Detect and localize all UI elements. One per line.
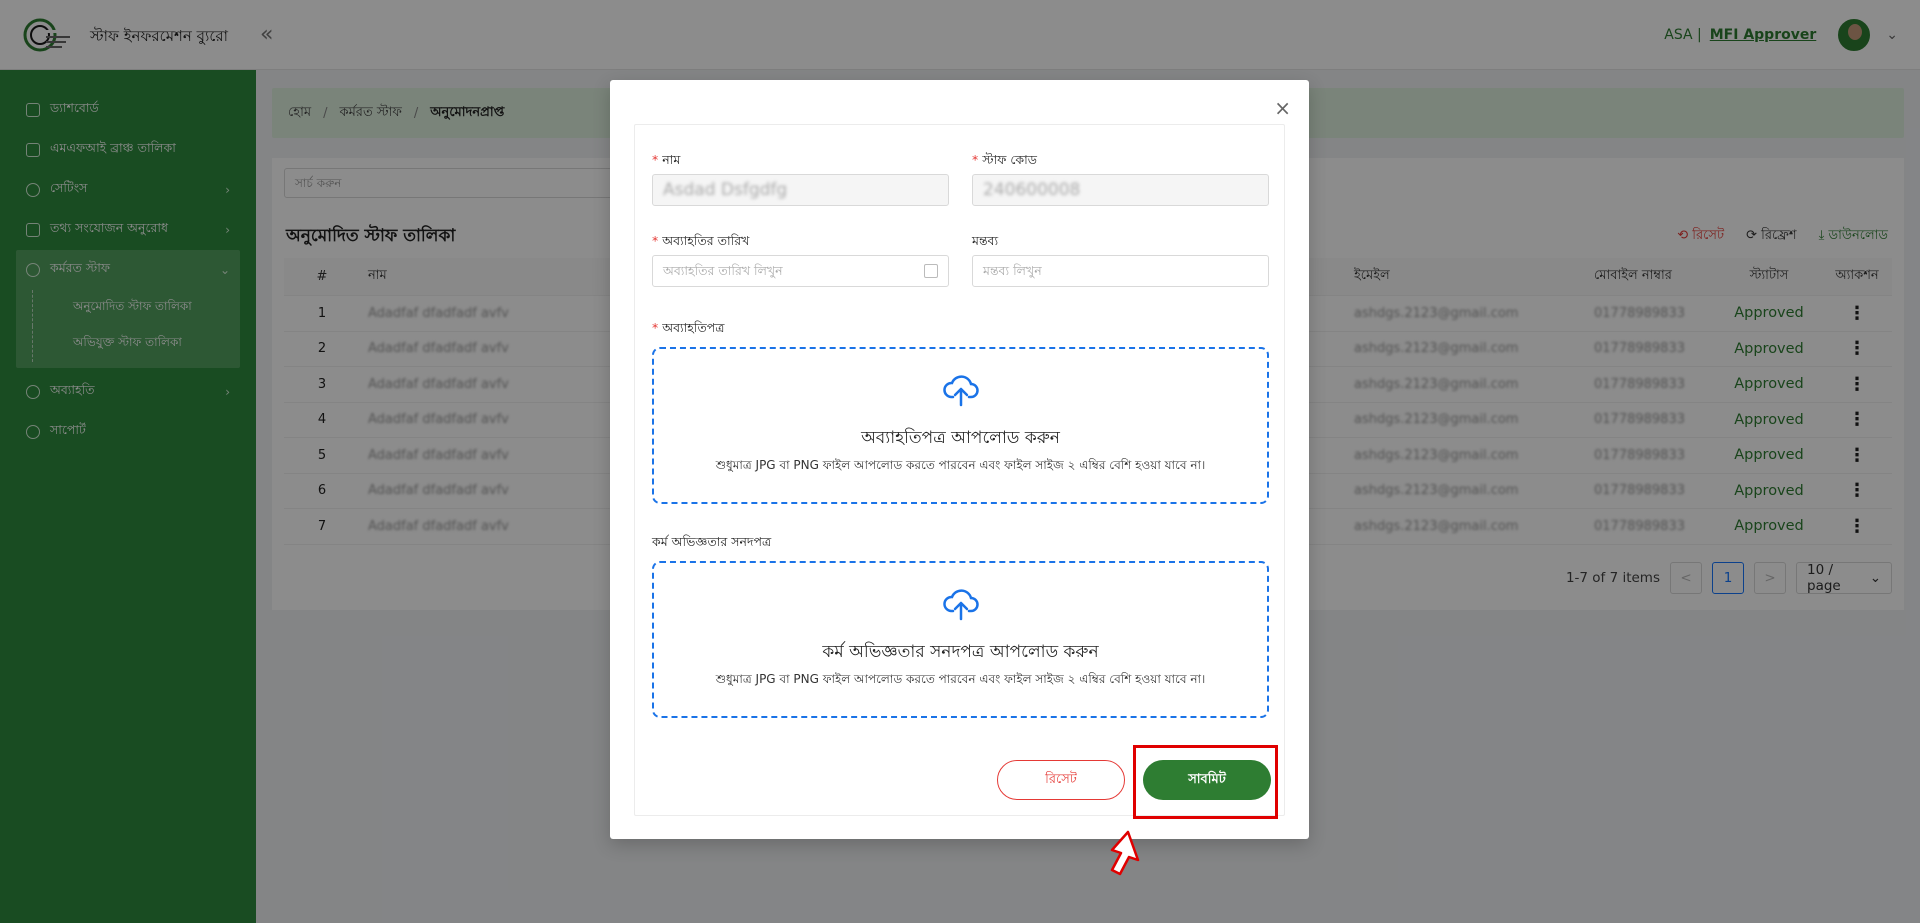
release-letter-label-text: অব্যাহতিপত্র xyxy=(662,320,725,335)
name-field: Asdad Dsfgdfg xyxy=(652,174,949,206)
required-mark: * xyxy=(652,152,659,167)
release-upload-title: অব্যাহতিপত্র আপলোড করুন xyxy=(861,428,1060,448)
calendar-icon[interactable] xyxy=(924,264,938,278)
staff-code-value: 240600008 xyxy=(983,180,1081,200)
experience-certificate-upload[interactable]: কর্ম অভিজ্ঞতার সনদপত্র আপলোড করুন শুধুমা… xyxy=(652,561,1269,718)
submit-highlight-box xyxy=(1133,745,1278,819)
reset-button[interactable]: রিসেট xyxy=(997,760,1125,800)
release-date-label: * অব্যাহতির তারিখ xyxy=(652,233,749,253)
name-label: * নাম xyxy=(652,152,680,172)
release-letter-label: * অব্যাহতিপত্র xyxy=(652,320,724,340)
release-upload-hint: শুধুমাত্র JPG বা PNG ফাইল আপলোড করতে পার… xyxy=(715,458,1206,472)
required-mark: * xyxy=(972,152,979,167)
comment-placeholder: মন্তব্য লিখুন xyxy=(983,263,1042,278)
release-letter-upload[interactable]: অব্যাহতিপত্র আপলোড করুন শুধুমাত্র JPG বা… xyxy=(652,347,1269,504)
pointer-arrow-icon xyxy=(1110,830,1140,876)
release-form: * নাম Asdad Dsfgdfg * স্টাফ কোড 240600008 … xyxy=(634,124,1285,816)
cloud-upload-icon xyxy=(942,589,979,621)
release-staff-modal: × * নাম Asdad Dsfgdfg * স্টাফ কোড 24060000… xyxy=(610,80,1309,839)
release-date-placeholder: অব্যাহতির তারিখ লিখুন xyxy=(663,263,783,278)
comment-textarea[interactable]: মন্তব্য লিখুন xyxy=(972,255,1269,287)
name-label-text: নাম xyxy=(662,152,681,167)
name-value: Asdad Dsfgdfg xyxy=(663,180,788,200)
cloud-upload-icon xyxy=(942,375,979,407)
release-date-input[interactable]: অব্যাহতির তারিখ লিখুন xyxy=(652,255,949,287)
staff-code-label-text: স্টাফ কোড xyxy=(982,152,1037,167)
required-mark: * xyxy=(652,233,659,248)
release-date-label-text: অব্যাহতির তারিখ xyxy=(662,233,750,248)
staff-code-label: * স্টাফ কোড xyxy=(972,152,1037,172)
experience-label: কর্ম অভিজ্ঞতার সনদপত্র xyxy=(652,534,772,549)
experience-upload-title: কর্ম অভিজ্ঞতার সনদপত্র আপলোড করুন xyxy=(822,642,1099,662)
experience-upload-hint: শুধুমাত্র JPG বা PNG ফাইল আপলোড করতে পার… xyxy=(715,672,1206,686)
required-mark: * xyxy=(652,320,659,335)
comment-label: মন্তব্য xyxy=(972,233,999,248)
close-icon[interactable]: × xyxy=(1274,96,1291,120)
staff-code-field: 240600008 xyxy=(972,174,1269,206)
